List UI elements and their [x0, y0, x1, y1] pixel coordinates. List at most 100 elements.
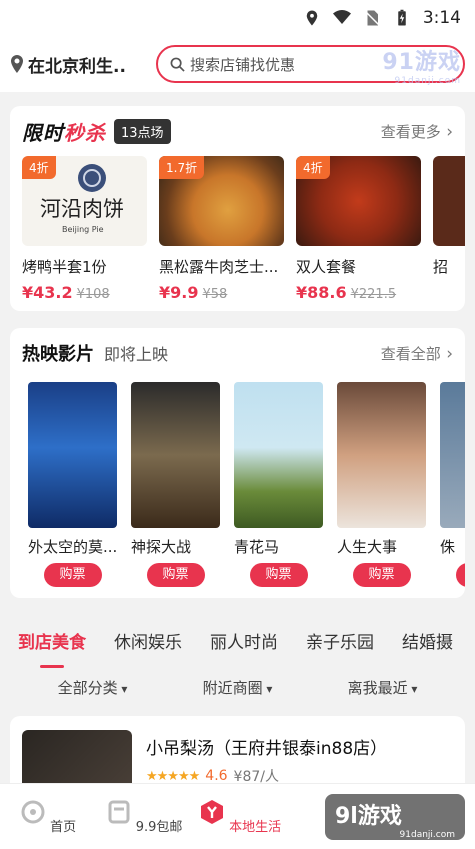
movie-item[interactable]: 神探大战 购票 [131, 382, 220, 587]
movie-poster [337, 382, 426, 528]
movies-card: 热映影片 即将上映 查看全部 外太空的莫... 购票 神探大战 购票 青花马 购… [10, 328, 465, 598]
price-now: ¥88.6 [296, 283, 347, 302]
deal-price: ¥43.2 ¥108 [22, 283, 147, 302]
no-sim-icon [364, 10, 380, 26]
tab-wedding[interactable]: 结婚摄 [402, 628, 453, 664]
buy-ticket-button[interactable]: 购票 [352, 563, 411, 587]
home-icon [21, 800, 45, 823]
filter-all-categories[interactable]: 全部分类 [58, 677, 128, 703]
flash-title-black: 限时 [22, 120, 64, 145]
battery-charging-icon [398, 9, 406, 26]
tab-beauty[interactable]: 丽人时尚 [210, 628, 278, 664]
buy-ticket-button[interactable] [455, 563, 465, 587]
price-now: ¥9.9 [159, 283, 199, 302]
deal-item[interactable]: 1.7折 黑松露牛肉芝士... ¥9.9 ¥58 [159, 156, 284, 302]
movie-name: 青花马 [234, 538, 280, 556]
nav-free-shipping[interactable]: 9.9包邮 [96, 799, 192, 835]
movie-name: 人生大事 [337, 538, 398, 556]
rating-value: 4.6 [205, 768, 228, 784]
price-old: ¥108 [76, 287, 110, 302]
watermark-bottom: 9l游戏 91danji.com [325, 794, 465, 840]
movie-name: 外太空的莫... [28, 538, 117, 556]
deal-name: 黑松露牛肉芝士... [159, 258, 279, 276]
watermark-text: 91游戏 [382, 50, 461, 75]
tab-food[interactable]: 到店美食 [18, 628, 86, 668]
store-name: 小吊梨汤（王府井银泰in88店） [146, 739, 388, 759]
app-screen: 3:14 在北京利生.. 搜索店铺找优惠 91游戏 91danji.com 限时… [0, 0, 475, 849]
movie-name: 侏 [440, 538, 456, 556]
search-placeholder: 搜索店铺找优惠 [190, 55, 296, 74]
buy-ticket-button[interactable]: 购票 [146, 563, 205, 587]
deal-name: 烤鸭半套1份 [22, 258, 107, 276]
flash-sale-header: 限时秒杀 13点场 查看更多 [10, 106, 465, 156]
deal-name: 双人套餐 [296, 258, 357, 276]
filter-distance[interactable]: 离我最近 [348, 677, 418, 703]
filter-nearby-area[interactable]: 附近商圈 [203, 677, 273, 703]
status-time: 3:14 [422, 8, 461, 28]
watermark-logo: 91游戏 91danji.com [382, 44, 461, 86]
nav-home[interactable]: 首页 [0, 799, 96, 835]
local-life-icon [200, 799, 223, 824]
filter-bar: 全部分类 附近商圈 离我最近 [0, 677, 475, 703]
location-status-icon [306, 10, 318, 26]
tab-now-showing[interactable]: 热映影片 [22, 340, 94, 366]
location-selector[interactable]: 在北京利生.. [10, 52, 150, 77]
logo-text: 河沿肉饼 [40, 197, 124, 221]
price-old: ¥221.5 [350, 287, 397, 302]
deal-image: 1.7折 [159, 156, 284, 246]
flash-sale-title: 限时秒杀 [22, 117, 106, 146]
movie-name: 神探大战 [131, 538, 192, 556]
movie-poster [28, 382, 117, 528]
movie-poster [234, 382, 323, 528]
deal-list: 河沿肉饼 Beijing Pie 4折 烤鸭半套1份 ¥43.2 ¥108 1.7… [10, 156, 465, 302]
wifi-icon [332, 10, 351, 24]
search-icon [170, 57, 185, 72]
watermark-url: 91danji.com [394, 76, 461, 86]
poster-list: 外太空的莫... 购票 神探大战 购票 青花马 购票 人生大事 购票 侏 [10, 382, 465, 587]
watermark-bottom-text: 9l游戏 [335, 804, 402, 829]
nav-label: 9.9包邮 [135, 819, 183, 835]
deal-name: 招 [433, 258, 449, 276]
flash-title-red: 秒杀 [64, 120, 106, 145]
deal-image [433, 156, 465, 246]
category-tabs: 到店美食 休闲娱乐 丽人时尚 亲子乐园 结婚摄 [0, 628, 475, 668]
discount-badge: 4折 [296, 156, 330, 179]
movie-item[interactable]: 外太空的莫... 购票 [28, 382, 117, 587]
movie-item[interactable]: 人生大事 购票 [337, 382, 426, 587]
movie-poster [131, 382, 220, 528]
deal-image: 4折 [296, 156, 421, 246]
movie-poster [440, 382, 465, 528]
deal-item[interactable]: 河沿肉饼 Beijing Pie 4折 烤鸭半套1份 ¥43.2 ¥108 [22, 156, 147, 302]
nav-label: 首页 [50, 819, 77, 835]
buy-ticket-button[interactable]: 购票 [43, 563, 102, 587]
movie-item-partial[interactable]: 侏 [440, 382, 465, 587]
deal-item-partial[interactable]: 招 [433, 156, 465, 302]
price-now: ¥43.2 [22, 283, 73, 302]
tab-family[interactable]: 亲子乐园 [306, 628, 374, 664]
deal-price: ¥9.9 ¥58 [159, 283, 284, 302]
status-bar: 3:14 [0, 0, 475, 36]
buy-ticket-button[interactable]: 购票 [249, 563, 308, 587]
tab-coming-soon[interactable]: 即将上映 [104, 341, 168, 365]
logo-subtext: Beijing Pie [62, 225, 104, 234]
movie-item[interactable]: 青花马 购票 [234, 382, 323, 587]
nav-label: 本地生活 [229, 819, 282, 835]
tab-leisure[interactable]: 休闲娱乐 [114, 628, 182, 664]
deal-image: 河沿肉饼 Beijing Pie 4折 [22, 156, 147, 246]
view-all-link[interactable]: 查看全部 [381, 343, 453, 364]
location-text: 在北京利生.. [28, 56, 126, 77]
session-badge: 13点场 [114, 118, 171, 144]
watermark-bottom-url: 91danji.com [399, 830, 455, 840]
flash-sale-card: 限时秒杀 13点场 查看更多 河沿肉饼 Beijing Pie 4折 烤鸭半套1… [10, 106, 465, 311]
price-old: ¥58 [202, 287, 228, 302]
rating-stars: ★★★★★ [146, 768, 200, 784]
deal-price: ¥88.6 ¥221.5 [296, 283, 421, 302]
top-header: 在北京利生.. 搜索店铺找优惠 91游戏 91danji.com [0, 36, 475, 92]
movies-header: 热映影片 即将上映 查看全部 [10, 328, 465, 378]
discount-badge: 1.7折 [159, 156, 205, 179]
view-more-link[interactable]: 查看更多 [381, 121, 453, 142]
deal-item[interactable]: 4折 双人套餐 ¥88.6 ¥221.5 [296, 156, 421, 302]
nav-local-life[interactable]: 本地生活 [192, 799, 288, 835]
shipping-icon [108, 800, 130, 823]
map-pin-icon [11, 55, 23, 73]
